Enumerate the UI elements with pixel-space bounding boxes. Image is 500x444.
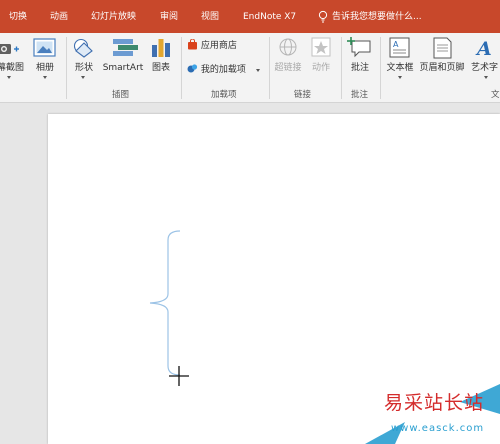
my-addins-dropdown-caret[interactable] bbox=[256, 69, 260, 72]
action-label: 动作 bbox=[311, 63, 330, 73]
wordart-label: 艺术字 bbox=[470, 63, 498, 73]
screenshot-label: 屏幕截图 bbox=[0, 63, 24, 73]
hyperlink-label: 超链接 bbox=[274, 63, 302, 73]
shapes-icon bbox=[73, 38, 93, 58]
wordart-icon: A bbox=[475, 38, 492, 60]
photo-album-label: 相册 bbox=[35, 63, 54, 73]
group-separator bbox=[269, 37, 270, 99]
shapes-label: 形状 bbox=[74, 63, 93, 73]
tab-transitions[interactable]: 切换 bbox=[9, 10, 27, 24]
tab-animations[interactable]: 动画 bbox=[50, 10, 68, 24]
camera-icon bbox=[0, 44, 19, 54]
group-separator bbox=[181, 37, 182, 99]
chart-button[interactable]: 图表 bbox=[149, 37, 173, 74]
header-footer-label: 页眉和页脚 bbox=[419, 63, 465, 73]
left-brace-shape[interactable] bbox=[140, 226, 190, 378]
crosshair-cursor-icon bbox=[169, 366, 189, 386]
smartart-label: SmartArt bbox=[102, 63, 144, 73]
store-button[interactable]: 应用商店 bbox=[187, 38, 237, 53]
text-group-label: 文 bbox=[491, 90, 500, 100]
photo-album-button[interactable]: 相册 bbox=[32, 37, 58, 74]
store-label: 应用商店 bbox=[200, 41, 237, 51]
store-bag-icon bbox=[188, 38, 197, 50]
smartart-button[interactable]: SmartArt bbox=[101, 37, 145, 74]
tell-me-search[interactable]: 告诉我您想要做什么... bbox=[332, 10, 422, 24]
action-star-icon bbox=[311, 37, 331, 57]
addins-group-label: 加载项 bbox=[211, 90, 237, 100]
new-comment-icon bbox=[347, 37, 371, 58]
wordart-dropdown-caret[interactable] bbox=[484, 76, 488, 79]
lightbulb-icon bbox=[318, 10, 328, 23]
tab-view[interactable]: 视图 bbox=[201, 10, 219, 24]
ribbon-tab-bar: 切换 动画 幻灯片放映 审阅 视图 EndNote X7 告诉我您想要做什么..… bbox=[0, 0, 500, 33]
shapes-dropdown-caret[interactable] bbox=[81, 76, 85, 79]
textbox-dropdown-caret[interactable] bbox=[398, 76, 402, 79]
svg-text:A: A bbox=[475, 38, 492, 59]
comment-button[interactable]: 批注 bbox=[346, 37, 374, 74]
group-separator bbox=[341, 37, 342, 99]
photo-album-icon bbox=[33, 38, 56, 57]
header-footer-icon bbox=[433, 37, 452, 59]
my-addins-label: 我的加载项 bbox=[200, 65, 246, 75]
header-footer-button[interactable]: 页眉和页脚 bbox=[418, 37, 466, 74]
screenshot-dropdown-caret[interactable] bbox=[7, 76, 11, 79]
my-addins-button[interactable]: 我的加载项 bbox=[187, 63, 246, 77]
textbox-button[interactable]: A 文本框 bbox=[384, 37, 416, 74]
hyperlink-button[interactable]: 超链接 bbox=[273, 37, 303, 74]
watermark-name: 易采站长站 bbox=[384, 392, 485, 414]
group-separator bbox=[66, 37, 67, 99]
shapes-button[interactable]: 形状 bbox=[71, 37, 97, 74]
smartart-icon bbox=[113, 39, 138, 56]
textbox-label: 文本框 bbox=[386, 63, 414, 73]
chart-label: 图表 bbox=[151, 63, 170, 73]
tab-endnote[interactable]: EndNote X7 bbox=[243, 10, 296, 24]
tab-slideshow[interactable]: 幻灯片放映 bbox=[91, 10, 136, 24]
comment-label: 批注 bbox=[350, 63, 369, 73]
photo-album-dropdown-caret[interactable] bbox=[43, 76, 47, 79]
hyperlink-globe-icon bbox=[279, 38, 297, 56]
group-separator bbox=[380, 37, 381, 99]
illustrations-group-label: 插图 bbox=[112, 90, 130, 100]
svg-text:A: A bbox=[393, 40, 399, 49]
screenshot-button[interactable]: 屏幕截图 bbox=[0, 37, 28, 74]
links-group-label: 链接 bbox=[294, 90, 312, 100]
watermark-url: www.easck.com bbox=[391, 423, 485, 434]
wordart-button[interactable]: A 艺术字 bbox=[469, 37, 500, 74]
bar-chart-icon bbox=[152, 39, 170, 57]
tab-review[interactable]: 审阅 bbox=[160, 10, 178, 24]
comments-group-label: 批注 bbox=[351, 90, 369, 100]
action-button[interactable]: 动作 bbox=[308, 37, 334, 74]
addins-icon bbox=[187, 64, 198, 73]
textbox-icon: A bbox=[389, 37, 410, 58]
